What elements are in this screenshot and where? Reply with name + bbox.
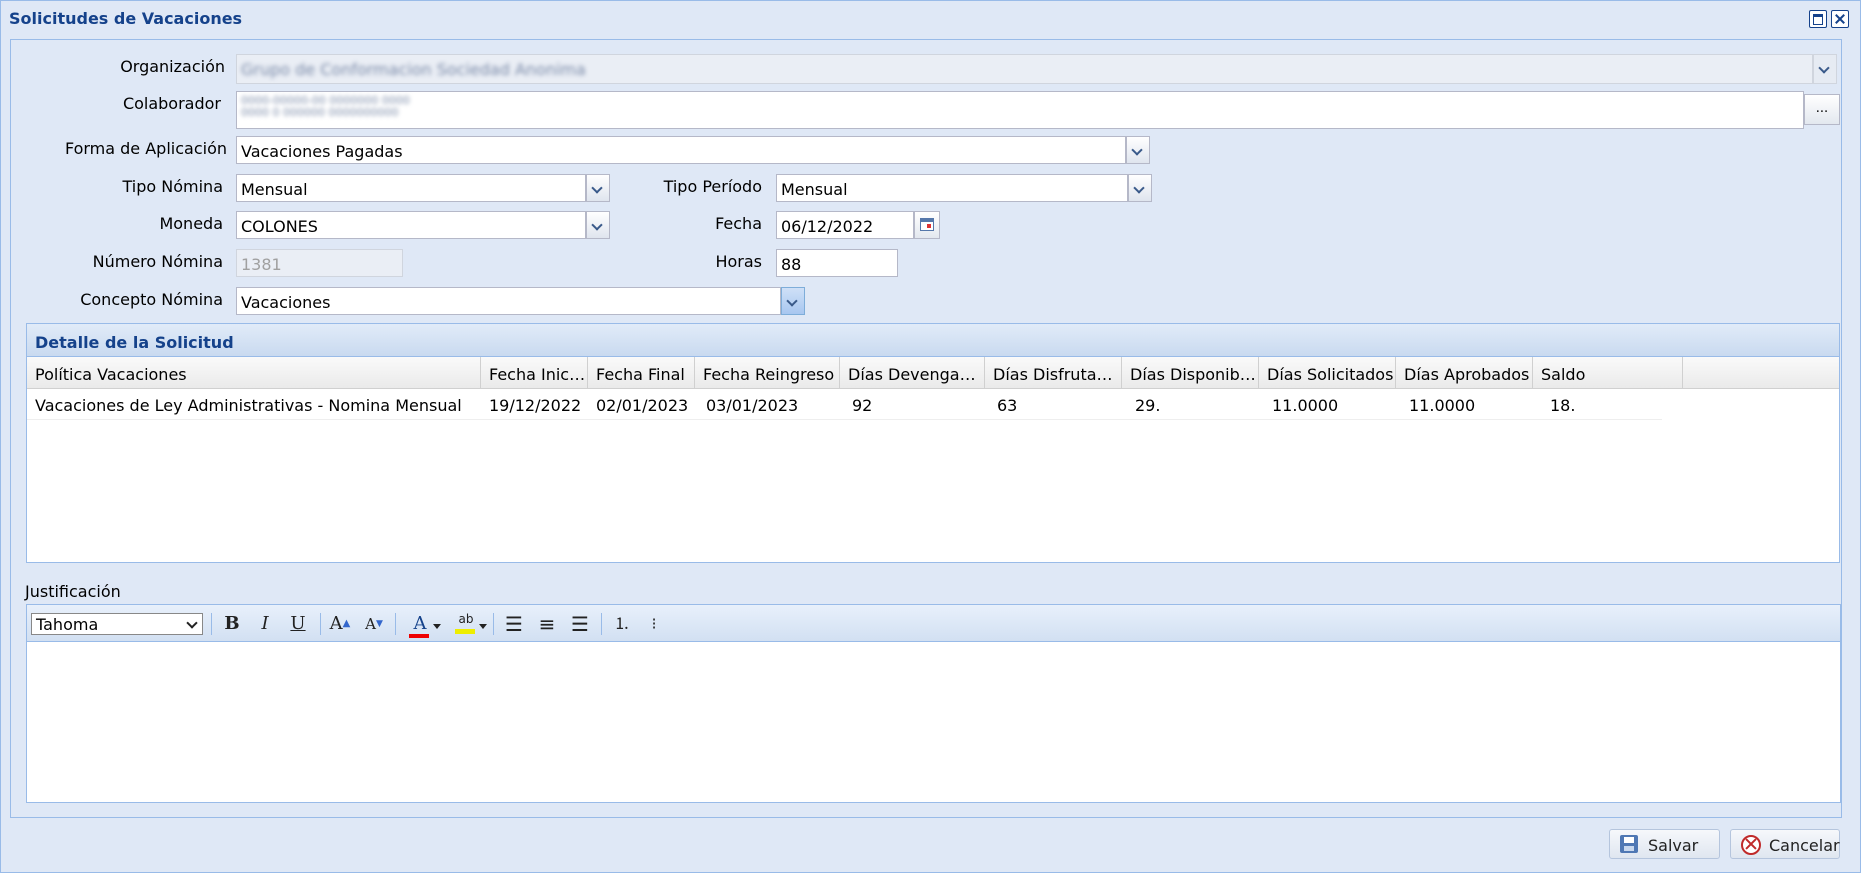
column-header-dias-solicitados[interactable]: Días Solicitados [1259, 357, 1396, 388]
cell-dias-devengados: 92 [852, 396, 873, 415]
concepto-nomina-select[interactable]: Vacaciones [236, 287, 781, 315]
tipo-nomina-select[interactable]: Mensual [236, 174, 586, 202]
tipo-nomina-label: Tipo Nómina [122, 177, 224, 196]
font-shrink-icon[interactable]: A▼ [361, 611, 387, 637]
column-header-fecha-reingreso[interactable]: Fecha Reingreso [695, 357, 840, 388]
underline-icon[interactable]: U [285, 611, 311, 637]
column-header-dias-disponibles[interactable]: Días Disponibl... [1122, 357, 1259, 388]
highlight-icon[interactable]: ab [453, 611, 479, 637]
detalle-panel: Detalle de la Solicitud Política Vacacio… [26, 323, 1840, 563]
font-family-value: Tahoma [36, 615, 99, 634]
window-title: Solicitudes de Vacaciones [9, 9, 243, 28]
column-header-fecha-inicial[interactable]: Fecha Inicial [481, 357, 588, 388]
fecha-label: Fecha [715, 214, 762, 233]
table-row[interactable]: Vacaciones de Ley Administrativas - Nomi… [27, 389, 1662, 420]
cancel-icon [1741, 835, 1761, 855]
numero-nomina-input: 1381 [236, 249, 403, 277]
grid-header: Política Vacaciones Fecha Inicial Fecha … [27, 357, 1839, 389]
vacation-request-window: Solicitudes de Vacaciones Organización G… [0, 0, 1861, 873]
fecha-input[interactable]: 06/12/2022 [776, 211, 914, 239]
cell-saldo: 18. [1550, 396, 1576, 415]
moneda-label: Moneda [159, 214, 223, 233]
horas-input[interactable]: 88 [776, 249, 898, 277]
tipo-nomina-dropdown-trigger[interactable] [586, 174, 610, 202]
ordered-list-icon[interactable]: ⒈ [609, 611, 635, 637]
font-grow-icon[interactable]: A▲ [327, 611, 353, 637]
concepto-nomina-label: Concepto Nómina [80, 290, 223, 309]
tipo-periodo-select[interactable]: Mensual [776, 174, 1128, 202]
cancel-button[interactable]: Cancelar [1730, 829, 1840, 859]
italic-icon[interactable]: I [252, 611, 278, 637]
cell-dias-aprobados: 11.0000 [1409, 396, 1476, 415]
organizacion-label: Organización [120, 57, 225, 76]
cell-politica: Vacaciones de Ley Administrativas - Nomi… [35, 396, 462, 415]
tipo-periodo-dropdown-trigger[interactable] [1128, 174, 1152, 202]
cell-dias-disfrutados: 63 [997, 396, 1018, 415]
colaborador-label: Colaborador [122, 94, 221, 113]
save-icon [1620, 835, 1638, 853]
moneda-dropdown-trigger[interactable] [586, 211, 610, 239]
tipo-periodo-label: Tipo Período [663, 177, 762, 196]
numero-nomina-label: Número Nómina [92, 252, 223, 271]
bullet-list-icon[interactable]: ⁝ [641, 611, 667, 637]
close-icon[interactable] [1831, 10, 1849, 28]
font-color-icon[interactable]: A [407, 611, 433, 638]
save-button[interactable]: Salvar [1609, 829, 1720, 859]
justificacion-textarea[interactable] [27, 642, 1840, 800]
cell-dias-solicitados: 11.0000 [1272, 396, 1339, 415]
align-left-icon[interactable]: ☰ [501, 611, 527, 637]
moneda-select[interactable]: COLONES [236, 211, 586, 239]
concepto-nomina-dropdown-trigger[interactable] [781, 287, 805, 315]
column-header-dias-disfrutados[interactable]: Días Disfrutados [985, 357, 1122, 388]
align-right-icon[interactable]: ☰ [567, 611, 593, 637]
organizacion-value: Grupo de Conformacion Sociedad Anonima [241, 60, 586, 79]
organizacion-field: Grupo de Conformacion Sociedad Anonima [236, 54, 1813, 84]
font-family-select[interactable]: Tahoma [31, 613, 203, 635]
colaborador-value-line2: 0000 0 000000 0000000000 [241, 106, 399, 119]
cell-fecha-final: 02/01/2023 [596, 396, 689, 415]
column-header-politica[interactable]: Política Vacaciones [27, 357, 481, 388]
colaborador-field[interactable]: 0000-00000-00 0000000 0000 0000 0 000000… [236, 91, 1804, 129]
column-header-fecha-final[interactable]: Fecha Final [588, 357, 695, 388]
cell-fecha-inicial: 19/12/2022 [489, 396, 582, 415]
align-center-icon[interactable]: ≡ [534, 611, 560, 637]
column-header-dias-devengados[interactable]: Días Devengad... [840, 357, 985, 388]
cell-dias-disponibles: 29. [1135, 396, 1161, 415]
forma-aplicacion-label: Forma de Aplicación [64, 139, 227, 158]
organizacion-dropdown-trigger [1813, 54, 1837, 84]
forma-aplicacion-select[interactable]: Vacaciones Pagadas [236, 136, 1126, 164]
detalle-panel-title: Detalle de la Solicitud [27, 324, 1839, 357]
forma-aplicacion-dropdown-trigger[interactable] [1126, 136, 1150, 164]
cell-fecha-reingreso: 03/01/2023 [706, 396, 799, 415]
calendar-icon[interactable] [914, 211, 940, 239]
cancel-button-label: Cancelar [1769, 836, 1840, 855]
colaborador-value-line1: 0000-00000-00 0000000 0000 [241, 94, 410, 107]
horas-label: Horas [715, 252, 762, 271]
maximize-icon[interactable] [1809, 10, 1827, 28]
bold-icon[interactable]: B [219, 611, 245, 637]
justificacion-label: Justificación [25, 582, 121, 601]
editor-toolbar: Tahoma B I U A▲ A▼ A ab ☰ ≡ ☰ ⒈ ⁝ [27, 605, 1840, 642]
column-header-dias-aprobados[interactable]: Días Aprobados [1396, 357, 1533, 388]
colaborador-search-button[interactable]: ... [1804, 94, 1840, 125]
column-header-saldo[interactable]: Saldo [1533, 357, 1683, 388]
save-button-label: Salvar [1648, 836, 1699, 855]
justificacion-editor: Tahoma B I U A▲ A▼ A ab ☰ ≡ ☰ ⒈ ⁝ [26, 604, 1841, 803]
